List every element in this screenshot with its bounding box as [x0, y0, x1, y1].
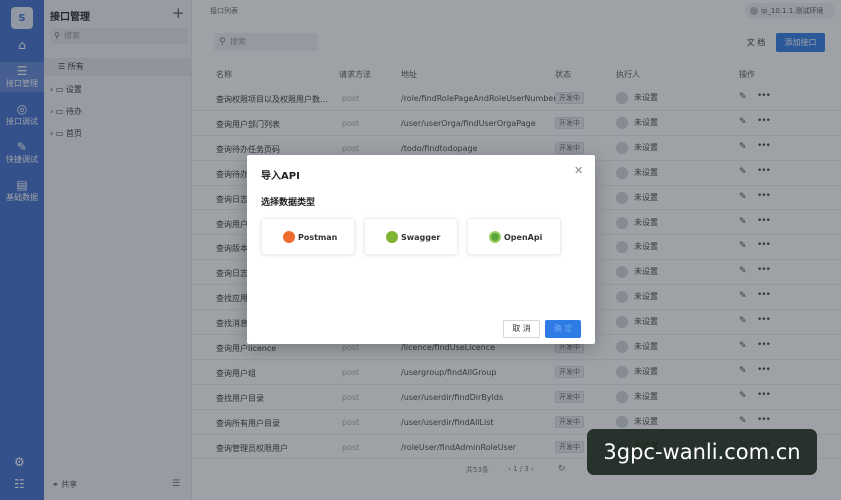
option-label: OpenApi	[504, 233, 543, 242]
cancel-button[interactable]: 取 消	[503, 320, 540, 338]
option-label: Swagger	[401, 233, 441, 242]
option-label: Postman	[298, 233, 338, 242]
confirm-button[interactable]: 确 定	[545, 320, 581, 338]
option-openapi[interactable]: OpenApi	[467, 218, 561, 255]
watermark: 3gpc-wanli.com.cn	[587, 429, 817, 475]
import-api-dialog: 导入API ✕ 选择数据类型 Postman Swagger OpenApi 取…	[247, 155, 595, 344]
openapi-icon	[489, 231, 501, 243]
dialog-subtitle: 选择数据类型	[261, 198, 316, 208]
close-icon[interactable]: ✕	[574, 164, 583, 177]
postman-icon	[283, 231, 295, 243]
option-swagger[interactable]: Swagger	[364, 218, 458, 255]
dialog-title: 导入API	[261, 171, 300, 182]
option-postman[interactable]: Postman	[261, 218, 355, 255]
swagger-icon	[386, 231, 398, 243]
